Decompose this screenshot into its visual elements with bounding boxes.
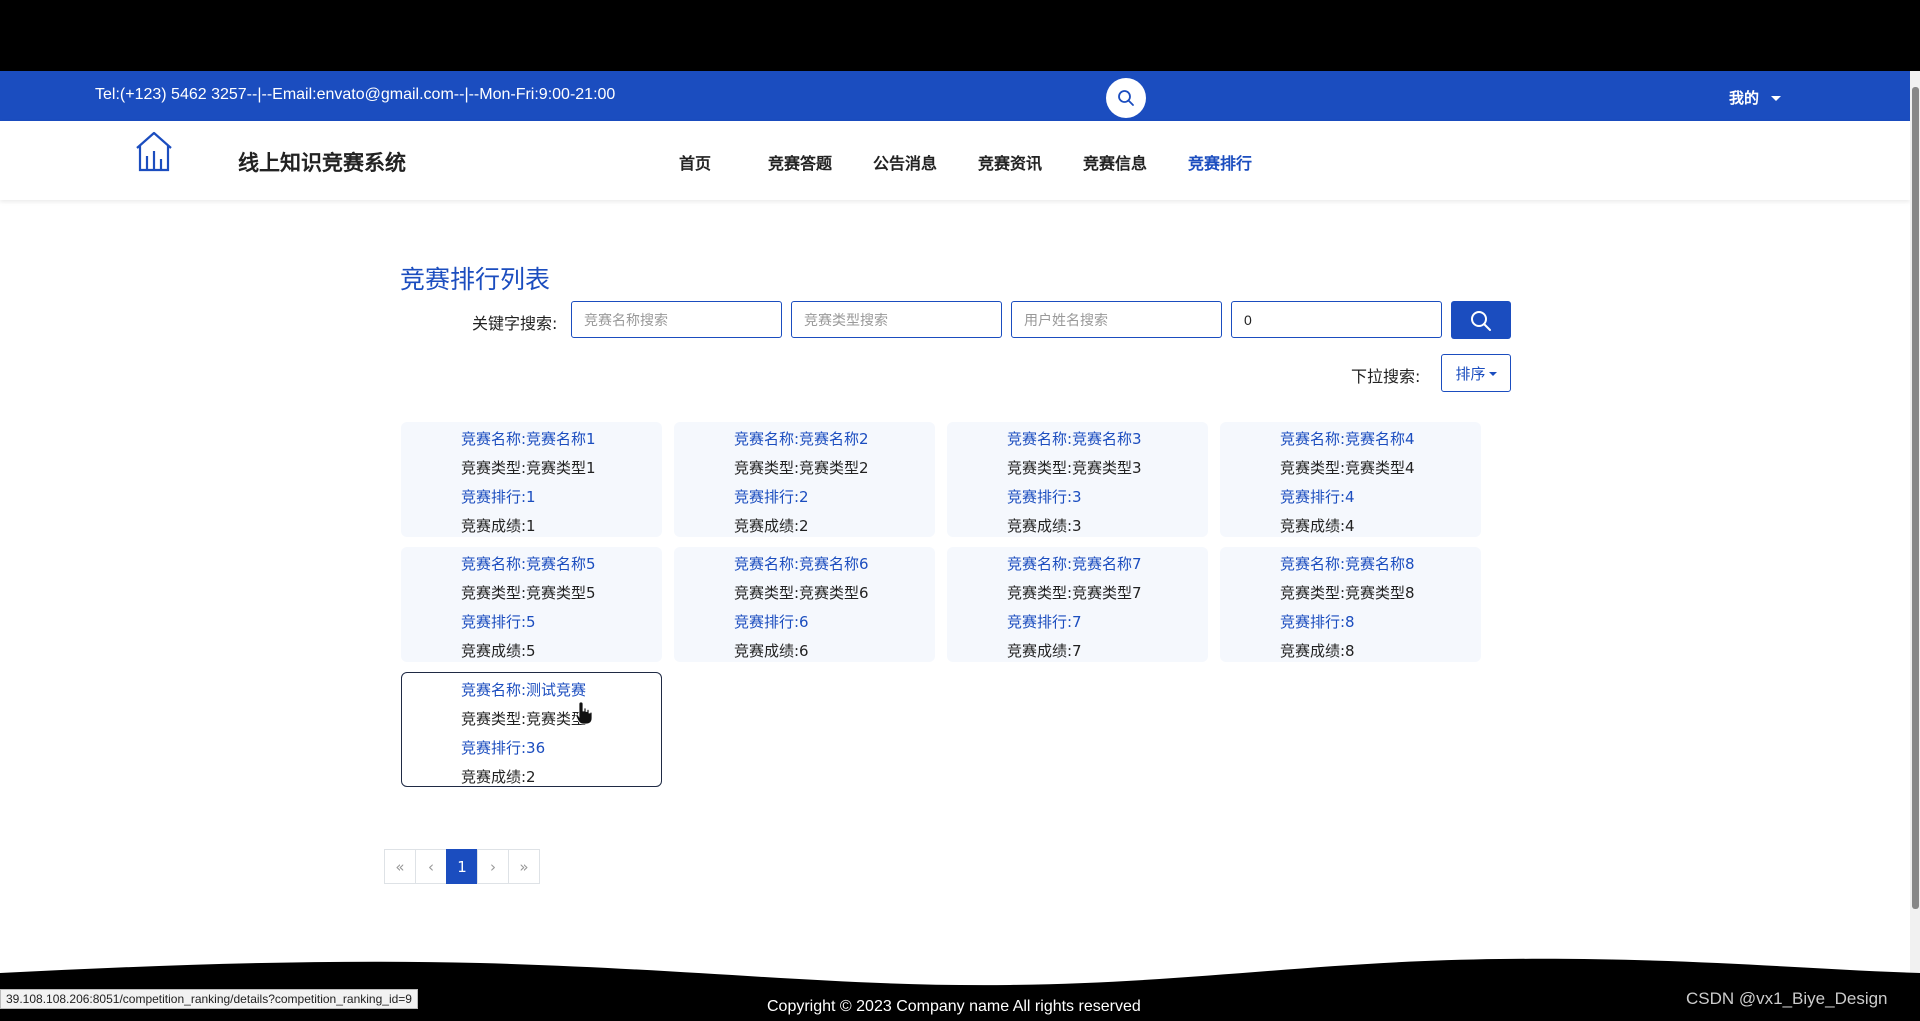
card-competition-type: 竞赛类型:竞赛类型 bbox=[461, 710, 587, 728]
user-menu[interactable]: 我的 bbox=[1729, 87, 1782, 108]
dropdown-search-label: 下拉搜索: bbox=[1351, 367, 1421, 386]
hand-cursor-icon bbox=[575, 701, 593, 725]
ranking-card-hovered[interactable]: 竞赛名称:测试竞赛 竞赛类型:竞赛类型 竞赛排行:36 竞赛成绩:2 bbox=[401, 672, 662, 787]
site-title[interactable]: 线上知识竞赛系统 bbox=[238, 147, 406, 177]
ranking-card[interactable]: 竞赛名称:竞赛名称8 竞赛类型:竞赛类型8 竞赛排行:8 竞赛成绩:8 bbox=[1220, 547, 1481, 662]
card-score: 竞赛成绩:8 bbox=[1280, 642, 1355, 660]
ranking-card[interactable]: 竞赛名称:竞赛名称2 竞赛类型:竞赛类型2 竞赛排行:2 竞赛成绩:2 bbox=[674, 422, 935, 537]
card-score: 竞赛成绩:1 bbox=[461, 517, 536, 535]
search-button[interactable] bbox=[1451, 301, 1511, 339]
card-rank: 竞赛排行:8 bbox=[1280, 613, 1355, 631]
watermark-text: CSDN @vx1_Biye_Design bbox=[1686, 989, 1888, 1008]
sort-dropdown-button[interactable]: 排序 bbox=[1441, 354, 1511, 392]
card-rank: 竞赛排行:4 bbox=[1280, 488, 1355, 506]
card-score: 竞赛成绩:7 bbox=[1007, 642, 1082, 660]
card-competition-type: 竞赛类型:竞赛类型7 bbox=[1007, 584, 1142, 602]
nav-competition-info[interactable]: 竞赛信息 bbox=[1083, 150, 1147, 174]
card-competition-type: 竞赛类型:竞赛类型1 bbox=[461, 459, 596, 477]
logo-icon[interactable] bbox=[134, 130, 174, 174]
card-competition-type: 竞赛类型:竞赛类型8 bbox=[1280, 584, 1415, 602]
ranking-card[interactable]: 竞赛名称:竞赛名称3 竞赛类型:竞赛类型3 竞赛排行:3 竞赛成绩:3 bbox=[947, 422, 1208, 537]
keyword-search-label: 关键字搜索: bbox=[472, 314, 558, 333]
card-score: 竞赛成绩:2 bbox=[734, 517, 809, 535]
chevron-down-icon bbox=[1488, 372, 1497, 376]
nav-home[interactable]: 首页 bbox=[679, 150, 711, 174]
browser-top-area bbox=[0, 0, 1920, 71]
nav-competition-news[interactable]: 竞赛资讯 bbox=[978, 150, 1042, 174]
score-search-input[interactable] bbox=[1231, 301, 1442, 338]
ranking-card[interactable]: 竞赛名称:竞赛名称6 竞赛类型:竞赛类型6 竞赛排行:6 竞赛成绩:6 bbox=[674, 547, 935, 662]
card-score: 竞赛成绩:6 bbox=[734, 642, 809, 660]
card-rank: 竞赛排行:7 bbox=[1007, 613, 1082, 631]
card-rank: 竞赛排行:5 bbox=[461, 613, 536, 631]
card-score: 竞赛成绩:5 bbox=[461, 642, 536, 660]
card-rank: 竞赛排行:3 bbox=[1007, 488, 1082, 506]
card-competition-name: 竞赛名称:竞赛名称2 bbox=[734, 430, 869, 448]
contact-info: Tel:(+123) 5462 3257--|--Email:envato@gm… bbox=[95, 86, 616, 103]
card-score: 竞赛成绩:2 bbox=[461, 768, 536, 786]
ranking-card[interactable]: 竞赛名称:竞赛名称1 竞赛类型:竞赛类型1 竞赛排行:1 竞赛成绩:1 bbox=[401, 422, 662, 537]
contact-topbar: Tel:(+123) 5462 3257--|--Email:envato@gm… bbox=[0, 71, 1910, 121]
card-competition-name: 竞赛名称:竞赛名称7 bbox=[1007, 555, 1142, 573]
card-competition-type: 竞赛类型:竞赛类型5 bbox=[461, 584, 596, 602]
nav-competition-quiz[interactable]: 竞赛答题 bbox=[768, 150, 832, 174]
search-icon bbox=[1471, 311, 1491, 331]
scrollbar-thumb[interactable] bbox=[1912, 87, 1919, 909]
browser-status-url: 39.108.108.206:8051/competition_ranking/… bbox=[0, 989, 418, 1009]
footer-copyright: Copyright © 2023 Company name All rights… bbox=[767, 998, 1141, 1015]
card-competition-name: 竞赛名称:竞赛名称6 bbox=[734, 555, 869, 573]
card-competition-name: 竞赛名称:竞赛名称5 bbox=[461, 555, 596, 573]
card-rank: 竞赛排行:1 bbox=[461, 488, 536, 506]
pagination-last[interactable]: » bbox=[508, 849, 540, 884]
card-rank: 竞赛排行:6 bbox=[734, 613, 809, 631]
competition-name-search-input[interactable] bbox=[571, 301, 782, 338]
pagination-page-current[interactable]: 1 bbox=[446, 849, 478, 884]
card-competition-name: 竞赛名称:竞赛名称8 bbox=[1280, 555, 1415, 573]
pagination-first[interactable]: « bbox=[384, 849, 416, 884]
card-competition-name: 竞赛名称:测试竞赛 bbox=[461, 681, 587, 699]
user-menu-label: 我的 bbox=[1729, 89, 1760, 107]
card-rank: 竞赛排行:36 bbox=[461, 739, 546, 757]
card-competition-type: 竞赛类型:竞赛类型4 bbox=[1280, 459, 1415, 477]
topbar-search-button[interactable] bbox=[1106, 78, 1146, 118]
search-icon bbox=[1118, 90, 1134, 106]
user-name-search-input[interactable] bbox=[1011, 301, 1222, 338]
card-score: 竞赛成绩:3 bbox=[1007, 517, 1082, 535]
nav-announcements[interactable]: 公告消息 bbox=[873, 150, 937, 174]
pagination-prev[interactable]: ‹ bbox=[415, 849, 447, 884]
card-competition-type: 竞赛类型:竞赛类型6 bbox=[734, 584, 869, 602]
card-competition-name: 竞赛名称:竞赛名称1 bbox=[461, 430, 596, 448]
card-competition-name: 竞赛名称:竞赛名称3 bbox=[1007, 430, 1142, 448]
card-competition-type: 竞赛类型:竞赛类型2 bbox=[734, 459, 869, 477]
card-competition-type: 竞赛类型:竞赛类型3 bbox=[1007, 459, 1142, 477]
ranking-card[interactable]: 竞赛名称:竞赛名称7 竞赛类型:竞赛类型7 竞赛排行:7 竞赛成绩:7 bbox=[947, 547, 1208, 662]
page-title: 竞赛排行列表 bbox=[400, 265, 551, 294]
sort-label: 排序 bbox=[1455, 364, 1486, 383]
ranking-card[interactable]: 竞赛名称:竞赛名称5 竞赛类型:竞赛类型5 竞赛排行:5 竞赛成绩:5 bbox=[401, 547, 662, 662]
card-competition-name: 竞赛名称:竞赛名称4 bbox=[1280, 430, 1415, 448]
ranking-card[interactable]: 竞赛名称:竞赛名称4 竞赛类型:竞赛类型4 竞赛排行:4 竞赛成绩:4 bbox=[1220, 422, 1481, 537]
main-header: 线上知识竞赛系统 首页 竞赛答题 公告消息 竞赛资讯 竞赛信息 竞赛排行 bbox=[0, 121, 1910, 200]
card-rank: 竞赛排行:2 bbox=[734, 488, 809, 506]
nav-competition-ranking[interactable]: 竞赛排行 bbox=[1188, 150, 1252, 174]
card-score: 竞赛成绩:4 bbox=[1280, 517, 1355, 535]
pagination: « ‹ 1 › » bbox=[384, 849, 540, 885]
competition-type-search-input[interactable] bbox=[791, 301, 1002, 338]
pagination-next[interactable]: › bbox=[477, 849, 509, 884]
chevron-down-icon bbox=[1771, 96, 1782, 101]
